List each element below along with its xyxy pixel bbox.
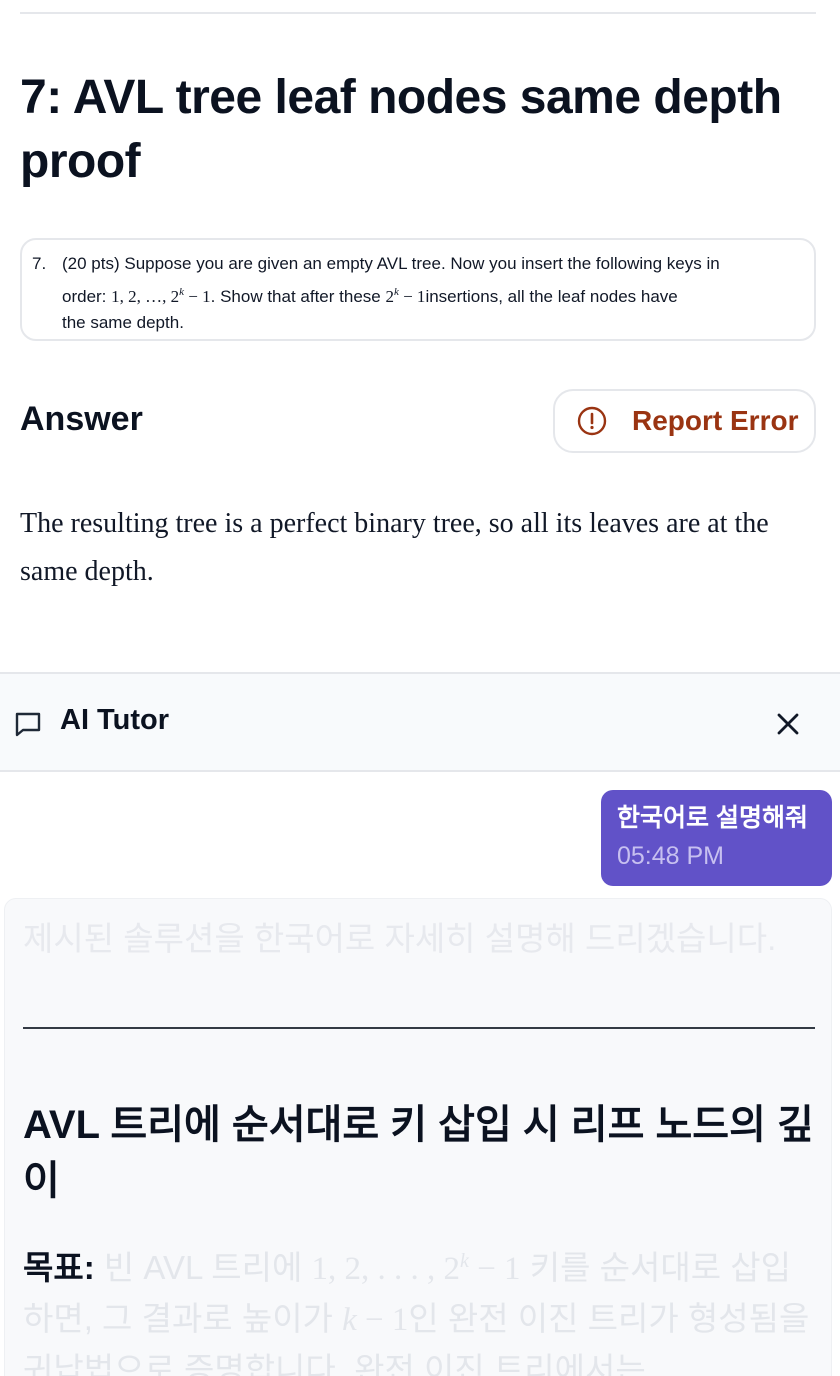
top-divider (20, 12, 816, 14)
problem-line-1: (20 pts) Suppose you are given an empty … (62, 254, 720, 273)
problem-statement: 7. (20 pts) Suppose you are given an emp… (20, 238, 816, 341)
ai-message-bubble: 제시된 솔루션을 한국어로 자세히 설명해 드리겠습니다. AVL 트리에 순서… (4, 898, 832, 1376)
ai-intro-text: 제시된 솔루션을 한국어로 자세히 설명해 드리겠습니다. (23, 920, 777, 957)
ai-tutor-panel: AI Tutor 한국어로 설명해줘 05:48 PM 제시된 솔루션을 한국어… (0, 672, 840, 1376)
ai-tutor-title: AI Tutor (60, 704, 169, 736)
page-title: 7: AVL tree leaf nodes same depth proof (20, 71, 782, 188)
chat-bubble-icon (12, 708, 44, 740)
user-message-time: 05:48 PM (617, 842, 725, 870)
close-icon[interactable] (770, 706, 806, 742)
problem-line-2: order: 1, 2, …, 2k − 1. Show that after … (62, 286, 678, 306)
alert-circle-icon (577, 406, 607, 436)
ai-goal-text: 목표: 빈 AVL 트리에 1, 2, . . . , 2k − 1 키를 순서… (23, 1249, 810, 1376)
report-error-label: Report Error (632, 405, 799, 436)
problem-number: 7. (32, 254, 47, 273)
answer-heading: Answer (20, 400, 143, 438)
ai-heading: AVL 트리에 순서대로 키 삽입 시 리프 노드의 깊이 (23, 1103, 814, 1203)
user-message-text: 한국어로 설명해줘 (617, 804, 808, 832)
problem-line-3: the same depth. (62, 313, 184, 332)
answer-text: The resulting tree is a perfect binary t… (20, 508, 769, 587)
count-math: 2k − 1 (385, 286, 426, 306)
problem-text: (20 pts) Suppose you are given an empty … (62, 249, 806, 335)
keys-math: 1, 2, …, 2k − 1 (111, 286, 211, 306)
ai-tutor-header: AI Tutor (0, 674, 840, 772)
ai-divider (23, 1027, 815, 1029)
user-message-bubble: 한국어로 설명해줘 05:48 PM (601, 790, 832, 886)
report-error-button[interactable]: Report Error (553, 389, 816, 453)
